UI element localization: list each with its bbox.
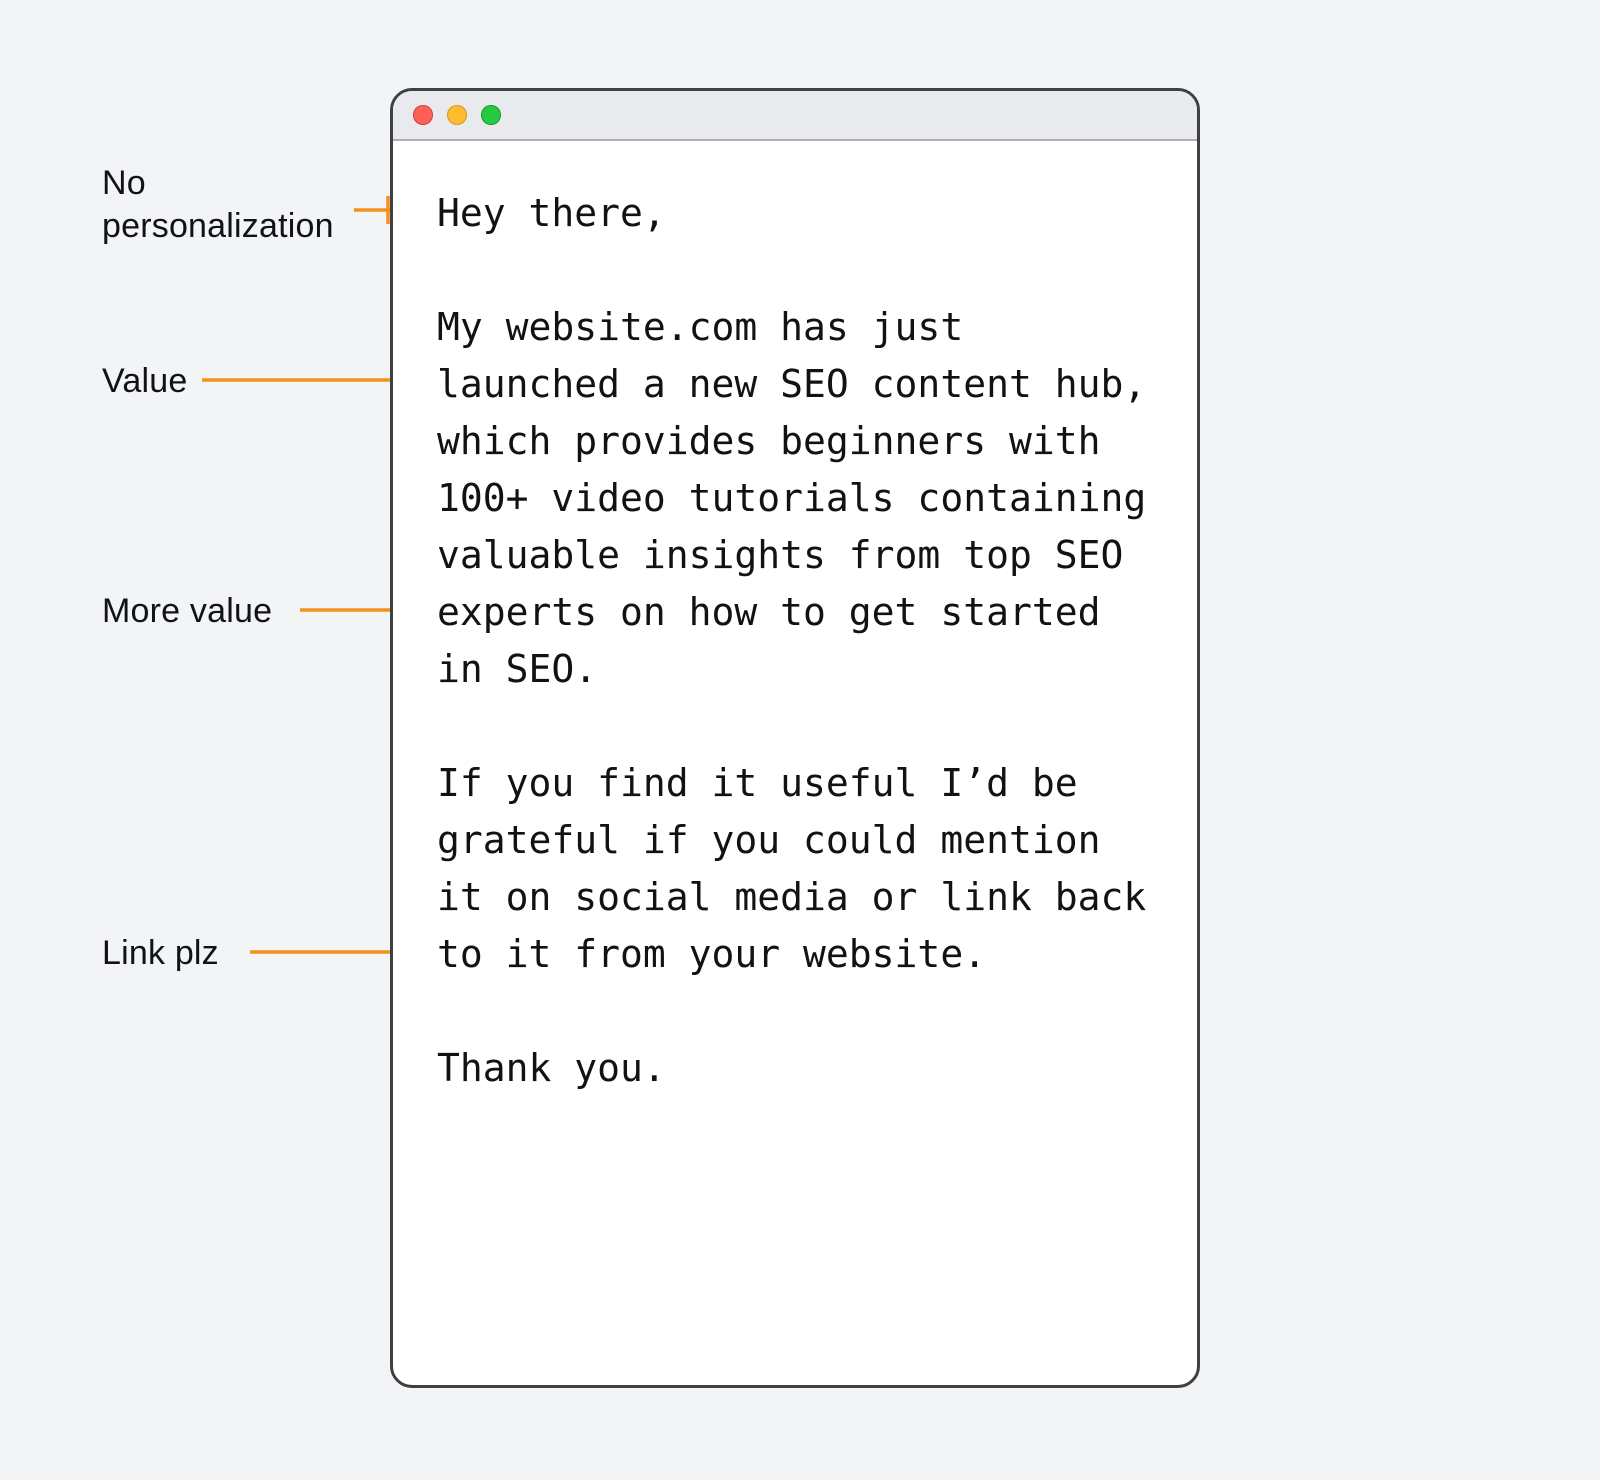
email-window: Hey there, My website.com has just launc… [390,88,1200,1388]
email-paragraph-2: If you find it useful I’d be grateful if… [437,761,1169,976]
email-signoff: Thank you. [437,1046,666,1090]
traffic-light-minimize-icon[interactable] [447,105,467,125]
email-body: Hey there, My website.com has just launc… [393,141,1197,1141]
email-paragraph-1: My website.com has just launched a new S… [437,305,1169,691]
traffic-light-close-icon[interactable] [413,105,433,125]
annotation-label-value: Value [102,360,187,403]
annotation-label-more-value: More value [102,590,272,633]
window-titlebar [393,91,1197,141]
annotation-label-no-personalization: No personalization [102,162,362,247]
email-greeting: Hey there, [437,191,666,235]
traffic-light-zoom-icon[interactable] [481,105,501,125]
annotation-label-link-plz: Link plz [102,932,219,975]
